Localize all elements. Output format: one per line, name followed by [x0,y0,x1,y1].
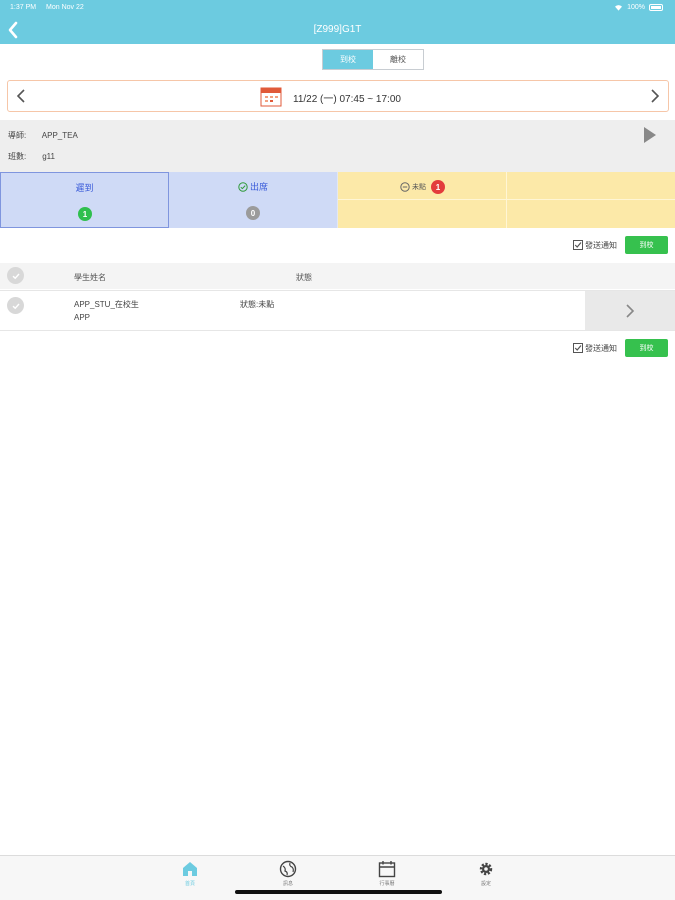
teacher-value: APP_TEA [41,131,78,140]
minus-circle-icon [400,182,410,192]
play-icon[interactable] [643,126,657,144]
attendance-counters: 遲到 1 出席 0 未點 1 [0,172,675,228]
check-circle-icon [238,181,248,192]
tab-home[interactable]: 首頁 [160,860,220,887]
arrival-departure-segment: 到校 離校 [322,49,424,70]
tab-settings-label: 設定 [480,881,491,887]
teacher-label: 導師: [8,131,27,140]
battery-percent: 100% [627,4,645,11]
home-indicator [235,890,442,894]
student-name: APP_STU_在校生 [74,300,139,309]
status-date: Mon Nov 22 [46,4,84,11]
date-selector: 11/22 (一) 07:45 ~ 17:00 [7,80,669,112]
send-notification-label: 發送通知 [585,343,617,353]
counter-unmarked-label: 未點 [412,184,426,191]
row-select-checkbox[interactable] [7,297,24,314]
tab-messages-label: 訊息 [282,881,293,887]
gear-icon [479,862,493,876]
tab-calendar-label: 行事曆 [379,881,395,887]
home-icon [183,862,197,876]
battery-icon [649,4,663,11]
row-detail-button[interactable] [585,291,675,330]
counter-present-count: 0 [246,206,260,220]
student-list-header: 學生姓名 狀態 [0,263,675,289]
tab-calendar[interactable]: 行事曆 [357,860,417,887]
action-row-bottom: 發送通知 到校 [573,339,668,357]
send-notification-toggle[interactable]: 發送通知 [573,343,617,354]
check-icon [12,273,20,279]
class-row: 班數: g11 [8,151,55,162]
checkbox-checked-icon [573,343,583,353]
column-header-status: 狀態 [296,273,312,282]
tab-home-label: 首頁 [184,881,195,887]
calendar-icon [378,861,396,878]
counter-late[interactable]: 遲到 1 [0,172,169,228]
action-row-top: 發送通知 到校 [573,236,668,254]
page-title: [Z999]G1T [313,24,362,35]
counter-late-count: 1 [78,207,92,221]
table-row[interactable]: APP_STU_在校生 APP 狀態:未點 [0,290,675,331]
calendar-icon[interactable] [260,85,282,107]
counter-unmarked-count: 1 [431,180,445,194]
tab-messages[interactable]: 訊息 [258,860,318,887]
previous-date-button[interactable] [14,88,30,104]
class-label: 班數: [8,152,27,161]
class-info-panel: 導師: APP_TEA 班數: g11 [0,120,675,172]
status-time: 1:37 PM [10,4,37,11]
column-header-name: 學生姓名 [74,273,106,282]
counter-late-label: 遲到 [75,183,94,193]
teacher-row: 導師: APP_TEA [8,130,78,141]
segment-departure[interactable]: 離校 [373,50,423,69]
select-all-checkbox[interactable] [7,267,24,284]
chevron-right-icon [626,303,635,318]
app-header: 1:37 PM Mon Nov 22 100% [Z999]G1T [0,0,675,44]
grid-divider [506,172,507,228]
counter-present-label: 出席 [249,182,268,192]
segment-arrival[interactable]: 到校 [323,50,373,69]
checkbox-checked-icon [573,240,583,250]
send-notification-toggle[interactable]: 發送通知 [573,240,617,251]
student-name-secondary: APP [74,313,91,322]
tab-settings[interactable]: 設定 [456,860,516,887]
globe-icon [279,860,297,878]
student-status: 狀態:未點 [240,300,275,309]
mark-arrival-button[interactable]: 到校 [625,339,668,357]
check-icon [12,303,20,309]
class-value: g11 [42,152,55,161]
send-notification-label: 發送通知 [585,240,617,250]
status-bar: 1:37 PM Mon Nov 22 100% [0,0,675,16]
wifi-icon [615,5,623,11]
date-range-text: 11/22 (一) 07:45 ~ 17:00 [293,94,401,105]
counter-present[interactable]: 出席 0 [169,172,338,228]
mark-arrival-button[interactable]: 到校 [625,236,668,254]
next-date-button[interactable] [646,88,662,104]
